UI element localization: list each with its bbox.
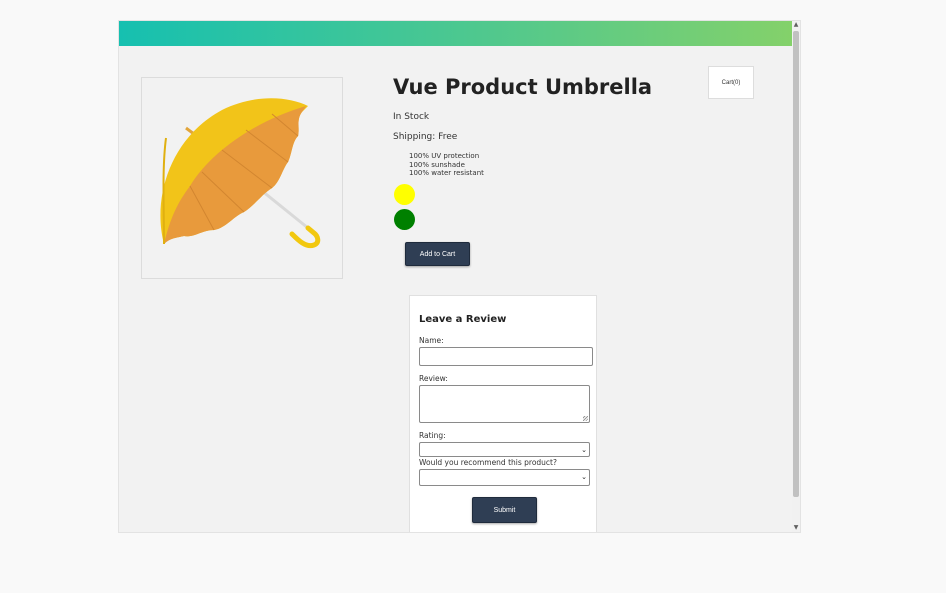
name-input[interactable] [419,347,593,366]
product-details-list: 100% UV protection 100% sunshade 100% wa… [409,152,484,178]
scrollbar-thumb[interactable] [793,31,799,497]
product-title: Vue Product Umbrella [393,75,653,99]
detail-item: 100% water resistant [409,169,484,178]
recommend-select[interactable]: ⌄ [419,469,590,486]
review-form-title: Leave a Review [419,314,507,325]
rating-select[interactable]: ⌄ [419,442,590,457]
cart-indicator[interactable]: Cart(0) [708,66,754,99]
resize-handle-icon[interactable] [583,416,588,421]
vertical-scrollbar[interactable]: ▲ ▼ [792,21,800,532]
add-to-cart-button[interactable]: Add to Cart [405,242,470,266]
detail-item: 100% sunshade [409,160,465,169]
umbrella-image-icon [160,98,321,249]
app-viewport: ▲ ▼ Vue Product Umbrella In Stock Shippi… [118,20,801,533]
scroll-down-arrow-icon[interactable]: ▼ [792,524,800,532]
shipping-info: Shipping: Free [393,132,457,142]
shipping-label: Shipping: [393,132,436,142]
recommend-label: Would you recommend this product? [419,458,557,467]
product-image [141,77,343,279]
review-form: Leave a Review Name: Review: Rating: ⌄ W… [409,295,597,532]
review-label: Review: [419,374,448,383]
color-swatch-yellow[interactable] [394,184,415,205]
stock-status: In Stock [393,112,430,122]
scroll-up-arrow-icon[interactable]: ▲ [792,21,800,29]
review-textarea[interactable] [419,385,590,423]
submit-button[interactable]: Submit [472,497,537,523]
color-swatch-green[interactable] [394,209,415,230]
chevron-down-icon: ⌄ [581,473,587,481]
shipping-value: Free [438,132,458,142]
rating-label: Rating: [419,431,446,440]
name-label: Name: [419,336,444,345]
detail-item: 100% UV protection [409,152,480,160]
chevron-down-icon: ⌄ [581,446,587,454]
header-bar [119,21,793,46]
